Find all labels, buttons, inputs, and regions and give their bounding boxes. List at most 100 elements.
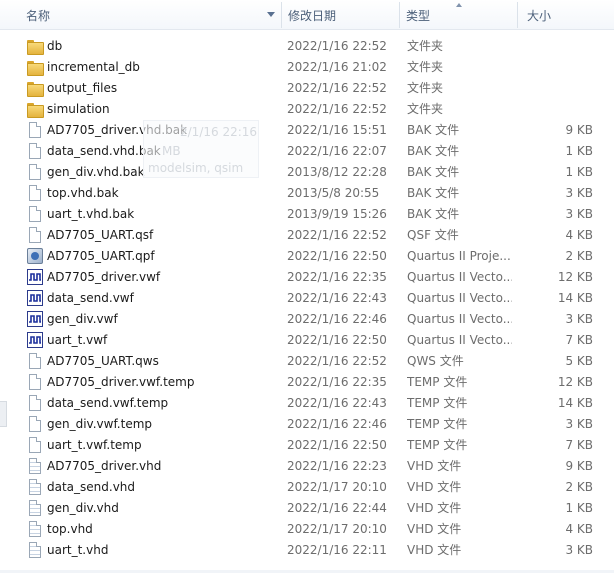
file-type: QSF 文件 [407,228,459,242]
file-type: 文件夹 [407,102,444,116]
file-date: 2022/1/16 22:35 [287,375,387,389]
file-row[interactable]: uart_t.vwf 2022/1/16 22:50 Quartus II Vect… [0,330,614,351]
file-date: 2022/1/16 22:35 [287,270,387,284]
file-type: TEMP 文件 [407,417,468,431]
column-header-name[interactable]: 名称 [0,0,281,30]
file-name: uart_t.vhd [47,543,109,557]
file-row[interactable]: AD7705_driver.vwf 2022/1/16 22:35 Quartus … [0,267,614,288]
file-row[interactable]: data_send.vwf.temp 2022/1/16 22:43 TEMP 文件… [0,393,614,414]
file-size: 3 KB [565,207,593,221]
file-size: 3 KB [565,417,593,431]
file-name: incremental_db [47,60,140,74]
file-name: data_send.vwf.temp [47,396,169,410]
file-size [517,36,593,57]
file-row[interactable]: uart_t.vhd 2022/1/16 22:11 VHD 文件 3 KB [0,540,614,561]
file-name: top.vhd [47,522,93,536]
document-icon [29,164,41,180]
file-type: BAK 文件 [407,186,460,200]
file-row[interactable]: uart_t.vhd.bak 2013/9/19 15:26 BAK 文件 3 KB [0,204,614,225]
document-icon [29,122,41,138]
file-date: 2013/5/8 20:55 [287,186,380,200]
folder-icon [27,40,44,55]
file-type: 文件夹 [407,81,444,95]
file-size: 14 KB [557,396,593,410]
file-row[interactable]: data_send.vhd.bak 2022/1/16 22:07 BAK 文件 1 … [0,141,614,162]
file-row[interactable]: top.vhd.bak 2013/5/8 20:55 BAK 文件 3 KB [0,183,614,204]
column-header-date[interactable]: 修改日期 [281,0,399,30]
file-date: 2022/1/17 20:10 [287,522,387,536]
file-row[interactable]: gen_div.vwf.temp 2022/1/16 22:46 TEMP 文件 3 … [0,414,614,435]
file-row[interactable]: db 2022/1/16 22:52 文件夹 [0,36,614,57]
file-row[interactable]: simulation 2022/1/16 22:52 文件夹 [0,99,614,120]
file-type: Quartus II Vecto... [407,291,512,305]
folder-icon [27,82,44,97]
file-name: AD7705_driver.vwf [47,270,161,284]
vhd-document-icon [29,458,41,474]
file-row[interactable]: data_send.vwf 2022/1/16 22:43 Quartus II V… [0,288,614,309]
chevron-down-icon[interactable] [267,12,275,17]
document-icon [29,185,41,201]
file-size: 4 KB [565,522,593,536]
ghost-text: MB [162,144,181,158]
file-row[interactable]: AD7705_driver.vhd 2022/1/16 22:23 VHD 文件 9 … [0,456,614,477]
file-row[interactable]: incremental_db 2022/1/16 21:02 文件夹 [0,57,614,78]
file-list: db 2022/1/16 22:52 文件夹 incremental_db 2022/1… [0,36,614,561]
waveform-icon [27,332,43,348]
folder-icon [27,61,44,76]
file-row[interactable]: top.vhd 2022/1/17 20:10 VHD 文件 4 KB [0,519,614,540]
file-row[interactable]: gen_div.vhd.bak 2013/8/12 22:28 BAK 文件 1 KB [0,162,614,183]
file-name: AD7705_driver.vwf.temp [47,375,195,389]
file-type: QWS 文件 [407,354,464,368]
file-type: Quartus II Proje... [407,249,511,263]
file-row[interactable]: output_files 2022/1/16 22:52 文件夹 [0,78,614,99]
file-type: VHD 文件 [407,501,462,515]
file-name: gen_div.vwf [47,312,118,326]
file-date: 2013/8/12 22:28 [287,165,387,179]
ghost-text: 2/1/16 22:16 [180,125,258,139]
file-row[interactable]: gen_div.vhd 2022/1/16 22:44 VHD 文件 1 KB [0,498,614,519]
file-name: gen_div.vwf.temp [47,417,153,431]
file-type: VHD 文件 [407,480,462,494]
file-row[interactable]: AD7705_driver.vhd.bak 2022/1/16 15:51 BAK … [0,120,614,141]
file-size: 5 KB [565,354,593,368]
file-date: 2022/1/16 15:51 [287,123,387,137]
file-date: 2022/1/17 20:10 [287,480,387,494]
file-size: 12 KB [557,375,593,389]
file-type: TEMP 文件 [407,438,468,452]
quartus-project-icon [27,248,43,264]
file-name: output_files [47,81,118,95]
file-date: 2022/1/16 22:11 [287,543,387,557]
file-name: uart_t.vwf [47,333,108,347]
document-icon [29,227,41,243]
file-row[interactable]: AD7705_driver.vwf.temp 2022/1/16 22:35 TEM… [0,372,614,393]
sort-up-icon [456,3,462,7]
file-size: 9 KB [565,123,593,137]
waveform-icon [27,290,43,306]
file-row[interactable]: AD7705_UART.qws 2022/1/16 22:52 QWS 文件 5 KB [0,351,614,372]
file-date: 2022/1/16 22:43 [287,396,387,410]
file-size: 9 KB [565,459,593,473]
file-size: 2 KB [565,480,593,494]
file-date: 2022/1/16 22:23 [287,459,387,473]
drag-ghost-tooltip: 2/1/16 22:16 MB modelsim, qsim [143,120,259,178]
file-row[interactable]: data_send.vhd 2022/1/17 20:10 VHD 文件 2 KB [0,477,614,498]
file-size: 7 KB [565,438,593,452]
file-size [517,57,593,78]
vhd-document-icon [29,479,41,495]
file-row[interactable]: AD7705_UART.qsf 2022/1/16 22:52 QSF 文件 4 KB [0,225,614,246]
file-row[interactable]: uart_t.vwf.temp 2022/1/16 22:50 TEMP 文件 7 K… [0,435,614,456]
column-header-size[interactable]: 大小 [517,0,614,30]
column-header-type-label: 类型 [406,9,431,23]
file-name: AD7705_driver.vhd [47,459,162,473]
scrollbar-handle[interactable] [0,401,7,427]
waveform-icon [27,269,43,285]
file-row[interactable]: gen_div.vwf 2022/1/16 22:46 Quartus II Vec… [0,309,614,330]
file-date: 2022/1/16 22:52 [287,354,387,368]
file-row[interactable]: AD7705_UART.qpf 2022/1/16 22:50 Quartus II… [0,246,614,267]
file-type: Quartus II Vecto... [407,270,512,284]
file-date: 2022/1/16 22:44 [287,501,387,515]
file-name: uart_t.vwf.temp [47,438,142,452]
vhd-document-icon [29,500,41,516]
file-type: BAK 文件 [407,165,460,179]
document-icon [29,143,41,159]
